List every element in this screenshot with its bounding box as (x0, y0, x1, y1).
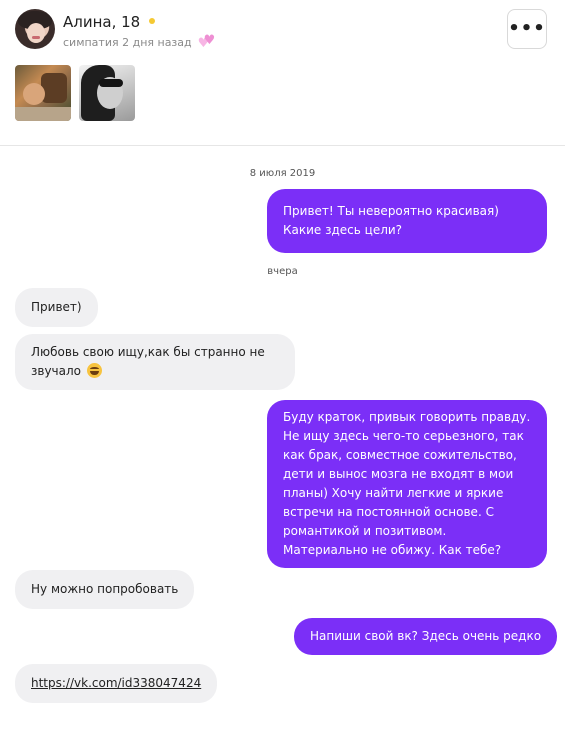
outgoing-message[interactable]: Напиши свой вк? Здесь очень редко (294, 618, 558, 655)
avatar[interactable] (15, 9, 55, 49)
incoming-message[interactable]: Ну можно попробовать (15, 570, 195, 609)
profile-photo-1[interactable] (15, 65, 71, 121)
ellipsis-icon: ••• (508, 18, 546, 39)
name-row: Алина, 18 (63, 13, 156, 31)
outgoing-message[interactable]: Привет! Ты невероятно красивая) Какие зд… (267, 189, 547, 253)
message-text: Привет! Ты невероятно красивая) Какие зд… (283, 204, 499, 237)
profile-name[interactable]: Алина, 18 (63, 13, 140, 31)
message-text: Ну можно попробовать (31, 582, 179, 596)
message-text: Буду краток, привык говорить правду. Не … (283, 410, 531, 557)
vk-profile-link[interactable]: https://vk.com/id338047424 (31, 676, 201, 690)
incoming-message[interactable]: Привет) (15, 288, 98, 327)
message-text: Напиши свой вк? Здесь очень редко (310, 629, 542, 643)
date-separator: вчера (267, 266, 298, 277)
more-options-button[interactable]: ••• (507, 9, 547, 49)
sympathy-row: симпатия 2 дня назад ♥ ♥ (63, 33, 218, 51)
tears-of-joy-icon (86, 363, 102, 378)
incoming-message[interactable]: Любовь свою ищу,как бы странно не звучал… (15, 334, 295, 390)
sympathy-text: симпатия 2 дня назад (63, 35, 192, 49)
hearts-icon: ♥ ♥ (197, 33, 216, 51)
incoming-message[interactable]: https://vk.com/id338047424 (15, 664, 218, 703)
outgoing-message[interactable]: Буду краток, привык говорить правду. Не … (267, 400, 547, 568)
message-text: Привет) (31, 300, 82, 314)
online-status-icon (149, 17, 156, 24)
message-text: Любовь свою ищу,как бы странно не звучал… (31, 345, 265, 378)
profile-header: Алина, 18 симпатия 2 дня назад ♥ ♥ ••• (0, 0, 565, 146)
profile-photo-2[interactable] (79, 65, 135, 121)
date-separator: 8 июля 2019 (249, 168, 316, 179)
